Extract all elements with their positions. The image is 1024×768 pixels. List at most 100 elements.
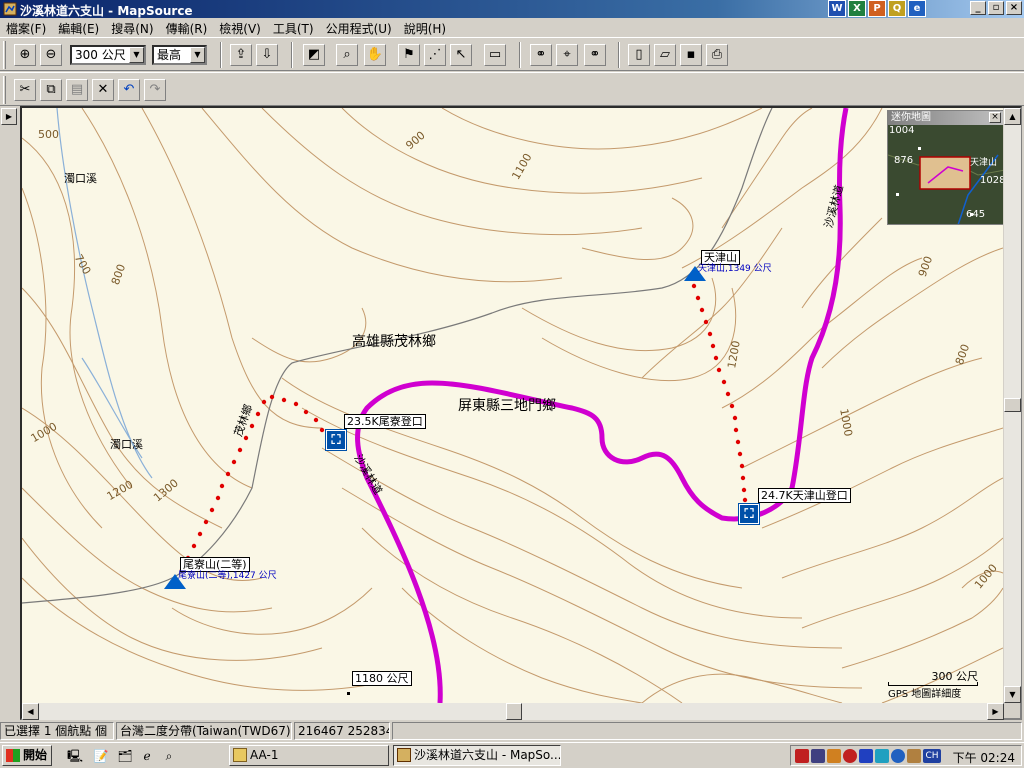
trailhead-icon[interactable]: ⛶ [325, 429, 347, 451]
find-nearest-icon[interactable]: ⌖ [556, 44, 578, 66]
find-icon[interactable]: Q [888, 0, 906, 17]
minimap-title: 迷你地圖 [888, 111, 1003, 125]
scroll-left-icon[interactable]: ◀ [22, 703, 39, 720]
tray-icon[interactable] [875, 749, 889, 763]
chevron-down-icon[interactable]: ▼ [190, 47, 205, 63]
selection-arrow-icon[interactable]: ↖ [450, 44, 472, 66]
minimap-panel[interactable]: 迷你地圖 × 1004 876 天津山 1028 645 [887, 110, 1003, 225]
menu-edit[interactable]: 編輯(E) [52, 18, 105, 37]
close-icon[interactable]: × [989, 112, 1001, 123]
start-button[interactable]: 開始 [2, 745, 52, 766]
copy-icon[interactable]: ⧉ [40, 79, 62, 101]
waypoint-label-23-5k[interactable]: 23.5K尾寮登口 [344, 414, 426, 429]
system-tray: CH 下午 02:24 [790, 745, 1022, 766]
expand-panel-icon[interactable]: ▶ [1, 108, 17, 125]
find-places-icon[interactable]: ⚭ [584, 44, 606, 66]
title-bar[interactable]: 沙溪林道六支山 - MapSource W X P Q e _ ▫ × [0, 0, 1024, 18]
vertical-scroll-thumb[interactable] [1004, 398, 1021, 412]
mapsource-app-icon[interactable] [3, 2, 17, 16]
waypoint-label-weiliao[interactable]: 尾寮山(二等) [180, 557, 250, 572]
folder-icon [233, 748, 247, 762]
print-icon[interactable]: ⎙ [706, 44, 728, 66]
paste-icon[interactable]: ▤ [66, 79, 88, 101]
tray-icon[interactable] [843, 749, 857, 763]
zoom-scale-select[interactable]: 300 公尺 ▼ [70, 45, 146, 65]
tray-icon[interactable] [827, 749, 841, 763]
toolbar-grip[interactable] [3, 41, 6, 69]
zoom-in-icon[interactable]: ⊕ [14, 44, 36, 66]
waypoint-label-24-7k[interactable]: 24.7K天津山登口 [758, 488, 851, 503]
menu-view[interactable]: 檢視(V) [213, 18, 267, 37]
waypoint-label-tianjin[interactable]: 天津山 [701, 250, 740, 265]
menu-tools[interactable]: 工具(T) [267, 18, 320, 37]
send-to-device-icon[interactable]: ⇩ [256, 44, 278, 66]
quicklaunch-icon[interactable]: 🖳 [66, 747, 84, 765]
find-binoculars-icon[interactable]: ⚭ [530, 44, 552, 66]
menu-search[interactable]: 搜尋(N) [105, 18, 159, 37]
map-detail-select[interactable]: 最高 ▼ [152, 45, 207, 65]
delete-x-icon[interactable]: ✕ [92, 79, 114, 101]
distance-ruler-icon[interactable]: ▭ [484, 44, 506, 66]
chevron-down-icon[interactable]: ▼ [129, 47, 144, 63]
powerpoint-icon[interactable]: P [868, 0, 886, 17]
redo-icon[interactable]: ↷ [144, 79, 166, 101]
task-button-aa1[interactable]: AA-1 [229, 745, 389, 766]
cut-scissors-icon[interactable]: ✂ [14, 79, 36, 101]
horizontal-scrollbar[interactable]: ◀ ▶ [22, 703, 1004, 720]
toolbar-separator [519, 42, 521, 68]
zoom-out-icon[interactable]: ⊖ [40, 44, 62, 66]
route-tool-icon[interactable]: ⋰ [424, 44, 446, 66]
status-bar: 已選擇 1 個航點 個 台灣二度分帶(Taiwan(TWD67)) 216467… [0, 720, 1024, 742]
tray-icon[interactable] [811, 749, 825, 763]
close-button[interactable]: × [1006, 1, 1022, 15]
quicklaunch-icon[interactable]: 📝 [92, 747, 110, 765]
taskbar: 開始 🖳 📝 🗂 ℯ ⌕ AA-1 沙溪林道六支山 - MapSo... CH … [0, 742, 1024, 768]
task-button-mapsource[interactable]: 沙溪林道六支山 - MapSo... [393, 745, 561, 766]
ie-icon[interactable]: ℯ [138, 747, 156, 765]
receive-from-device-icon[interactable]: ⇪ [230, 44, 252, 66]
scroll-right-icon[interactable]: ▶ [987, 703, 1004, 720]
zoom-tool-icon[interactable]: ⌕ [336, 44, 358, 66]
contour-label: 500 [38, 128, 59, 141]
clock[interactable]: 下午 02:24 [953, 749, 1015, 766]
tray-icon[interactable] [891, 749, 905, 763]
status-selection: 已選擇 1 個航點 個 [0, 722, 114, 740]
open-folder-icon[interactable]: ▱ [654, 44, 676, 66]
excel-icon[interactable]: X [848, 0, 866, 17]
quicklaunch-icon[interactable]: ⌕ [160, 747, 178, 765]
pan-hand-tool-icon[interactable]: ✋ [364, 44, 386, 66]
minimap-label: 1004 [889, 125, 915, 136]
edit-toolbar: ✂ ⧉ ▤ ✕ ↶ ↷ [0, 72, 1024, 106]
ie-icon[interactable]: e [908, 0, 926, 17]
undo-icon[interactable]: ↶ [118, 79, 140, 101]
new-document-icon[interactable]: ▯ [628, 44, 650, 66]
status-empty [392, 722, 1022, 740]
menu-file[interactable]: 檔案(F) [0, 18, 52, 37]
map-canvas[interactable]: 500 900 1100 700 800 1000 1200 1300 1200… [22, 108, 1003, 703]
input-method-indicator[interactable]: CH [923, 749, 941, 763]
tray-icon[interactable] [859, 749, 873, 763]
region-label-pingtung: 屏東縣三地門鄉 [458, 398, 556, 414]
left-panel-strip: ▶ [0, 106, 20, 720]
tray-icon[interactable] [795, 749, 809, 763]
toolbar-grip[interactable] [3, 76, 6, 104]
toolbar-separator [220, 42, 222, 68]
minimize-button[interactable]: _ [970, 1, 986, 15]
restore-button[interactable]: ▫ [988, 1, 1004, 15]
menu-utilities[interactable]: 公用程式(U) [320, 18, 398, 37]
vertical-scrollbar[interactable]: ▲ ▼ [1004, 108, 1021, 703]
trailhead-icon[interactable]: ⛶ [738, 503, 760, 525]
waypoint-flag-tool-icon[interactable]: ⚑ [398, 44, 420, 66]
region-label-kaohsiung: 高雄縣茂林鄉 [352, 334, 436, 350]
menu-transfer[interactable]: 傳輸(R) [160, 18, 214, 37]
waypoint-sublabel-weiliao: 尾寮山(二等),1427 公尺 [178, 571, 277, 581]
quicklaunch-icon[interactable]: 🗂 [116, 747, 134, 765]
scroll-up-icon[interactable]: ▲ [1004, 108, 1021, 125]
map-select-tool-icon[interactable]: ◩ [303, 44, 325, 66]
tray-icon[interactable] [907, 749, 921, 763]
horizontal-scroll-thumb[interactable] [506, 703, 522, 720]
word-icon[interactable]: W [828, 0, 846, 17]
scroll-down-icon[interactable]: ▼ [1004, 686, 1021, 703]
menu-help[interactable]: 說明(H) [398, 18, 452, 37]
save-disk-icon[interactable]: ▪ [680, 44, 702, 66]
